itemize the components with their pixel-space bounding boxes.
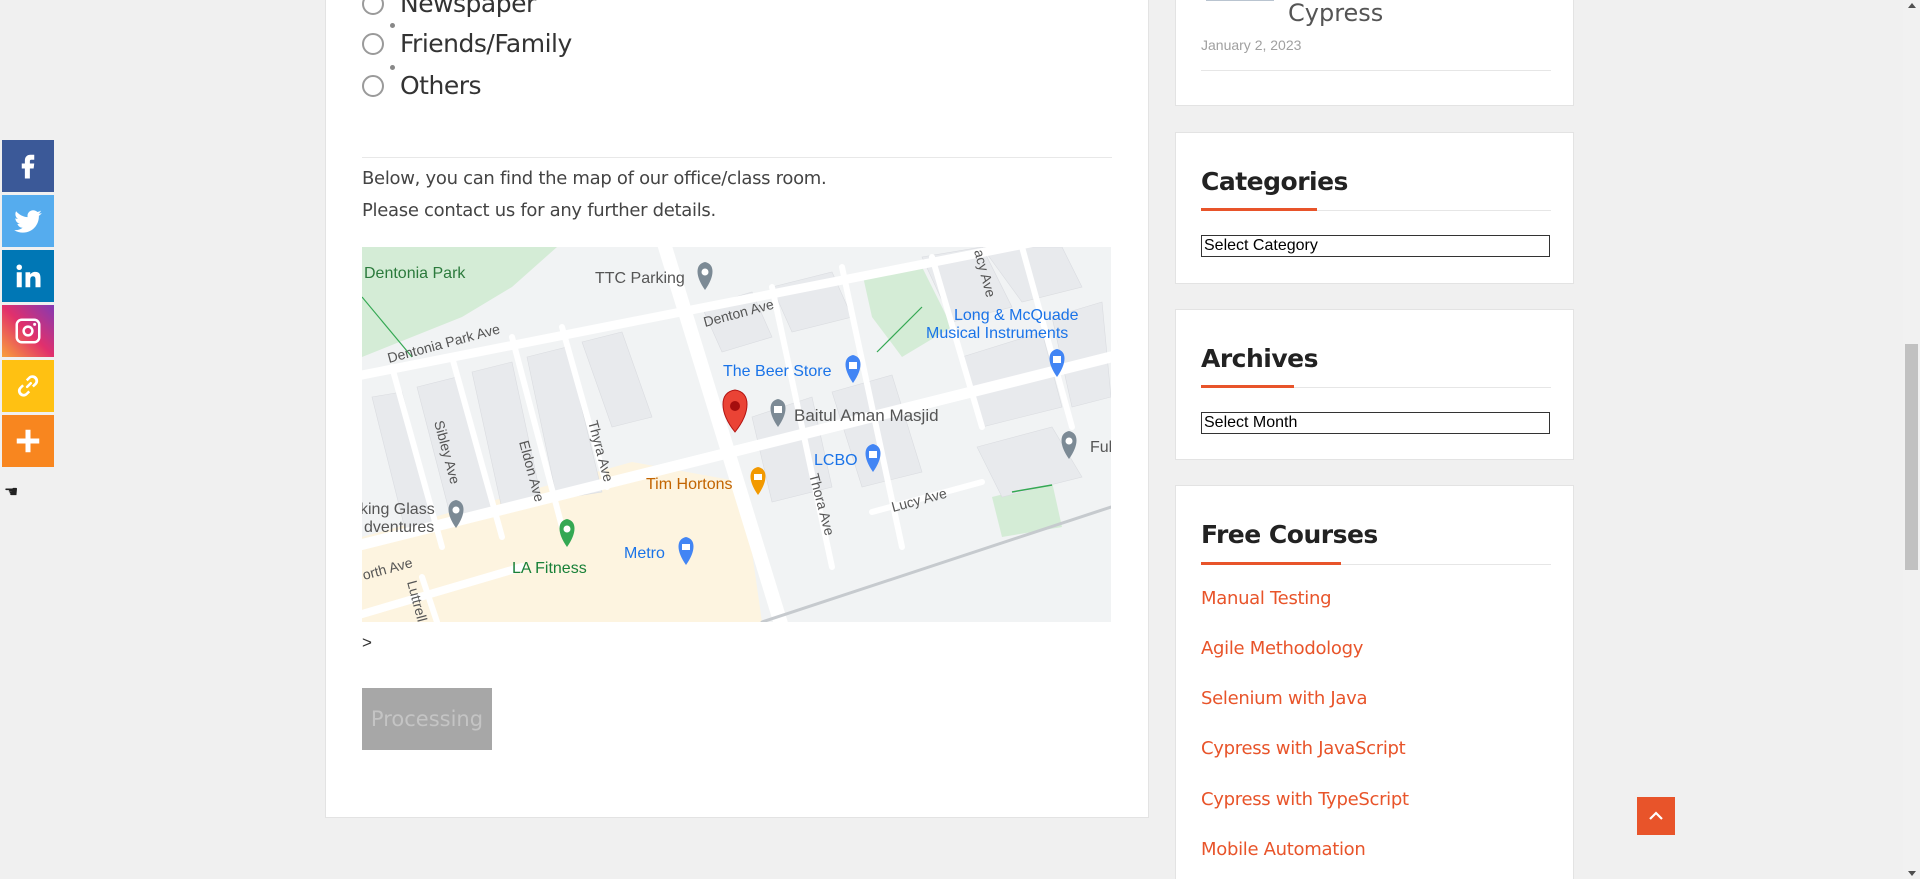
link-icon <box>17 375 39 397</box>
map-label: TTC Parking <box>595 270 685 287</box>
option-label: Newspaper <box>400 0 536 18</box>
map-label: The Beer Store <box>723 363 832 380</box>
course-link[interactable]: Cypress with TypeScript <box>1201 789 1409 810</box>
contact-text: Please contact us for any further detail… <box>362 200 716 221</box>
option-others[interactable]: Others <box>362 65 482 100</box>
map-label: king Glass <box>362 501 435 518</box>
course-link[interactable]: Cypress with JavaScript <box>1201 738 1406 759</box>
hand-icon[interactable]: ☚ <box>4 482 18 501</box>
course-link[interactable]: Manual Testing <box>1201 588 1332 609</box>
post-thumbnail[interactable] <box>1206 0 1274 1</box>
scroll-down-arrow[interactable] <box>1908 871 1916 876</box>
option-label: Friends/Family <box>400 29 572 58</box>
scroll-to-top-button[interactable] <box>1637 797 1675 835</box>
divider <box>362 157 1112 158</box>
linkedin-share-button[interactable] <box>2 250 54 302</box>
chevron-up-icon <box>1649 811 1663 820</box>
scrollbar-thumb[interactable] <box>1905 344 1918 570</box>
archive-select[interactable]: Select Month <box>1201 412 1550 434</box>
copy-link-button[interactable] <box>2 360 54 412</box>
map-label: LA Fitness <box>512 560 587 577</box>
stray-text: > <box>362 633 372 652</box>
map-intro-text: Below, you can find the map of our offic… <box>362 168 827 189</box>
option-newspaper[interactable]: Newspaper <box>362 0 536 18</box>
recent-post-date: January 2, 2023 <box>1201 37 1302 53</box>
facebook-icon <box>21 154 35 179</box>
plus-icon <box>16 429 40 453</box>
divider <box>1201 70 1551 71</box>
free-courses-widget: Free Courses Manual Testing Agile Method… <box>1175 485 1574 879</box>
widget-title: Archives <box>1201 344 1319 373</box>
twitter-share-button[interactable] <box>2 195 54 247</box>
map-label: Musical Instruments <box>926 325 1068 342</box>
map-label: Ful <box>1090 439 1111 456</box>
archives-widget: Archives Select Month <box>1175 309 1574 460</box>
map-label: Baitul Aman Masjid <box>794 406 939 425</box>
option-label: Others <box>400 71 482 100</box>
course-link[interactable]: Mobile Automation <box>1201 839 1366 860</box>
title-underline <box>1201 562 1341 565</box>
scroll-up-arrow[interactable] <box>1908 3 1916 8</box>
widget-title: Categories <box>1201 167 1348 196</box>
submit-button[interactable]: Processing <box>362 688 492 750</box>
categories-widget: Categories Select Category <box>1175 132 1574 284</box>
map-label: dventures <box>364 519 434 536</box>
course-link[interactable]: Agile Methodology <box>1201 638 1363 659</box>
widget-title: Free Courses <box>1201 520 1378 549</box>
map-label: Tim Hortons <box>646 476 733 493</box>
map-label: Long & McQuade <box>954 307 1079 324</box>
twitter-icon <box>14 210 42 233</box>
map-label: Dentonia Park <box>364 265 466 282</box>
option-friends-family[interactable]: Friends/Family <box>362 23 572 58</box>
course-link[interactable]: Selenium with Java <box>1201 688 1367 709</box>
radio-dot <box>390 65 395 70</box>
radio-newspaper[interactable] <box>362 0 384 15</box>
map-canvas[interactable]: Dentonia Park TTC Parking Denton Ave Den… <box>362 247 1111 622</box>
radio-dot <box>390 23 395 28</box>
radio-others[interactable] <box>362 74 384 97</box>
map-label: LCBO <box>814 452 858 469</box>
title-underline <box>1201 385 1294 388</box>
more-share-button[interactable] <box>2 415 54 467</box>
location-map[interactable]: Dentonia Park TTC Parking Denton Ave Den… <box>362 247 1111 622</box>
radio-friends-family[interactable] <box>362 32 384 55</box>
contact-form-card: Newspaper Friends/Family Others Below, y… <box>325 0 1149 818</box>
map-label: Metro <box>624 545 665 562</box>
scrollbar[interactable] <box>1903 0 1920 879</box>
instagram-icon <box>15 318 41 344</box>
instagram-share-button[interactable] <box>2 305 54 357</box>
recent-post-title[interactable]: Cypress <box>1288 0 1383 27</box>
category-select[interactable]: Select Category <box>1201 235 1550 257</box>
facebook-share-button[interactable] <box>2 140 54 192</box>
social-share-bar <box>2 140 54 470</box>
recent-posts-widget: Cypress January 2, 2023 <box>1175 0 1574 106</box>
title-underline <box>1201 208 1317 211</box>
linkedin-icon <box>16 264 41 288</box>
